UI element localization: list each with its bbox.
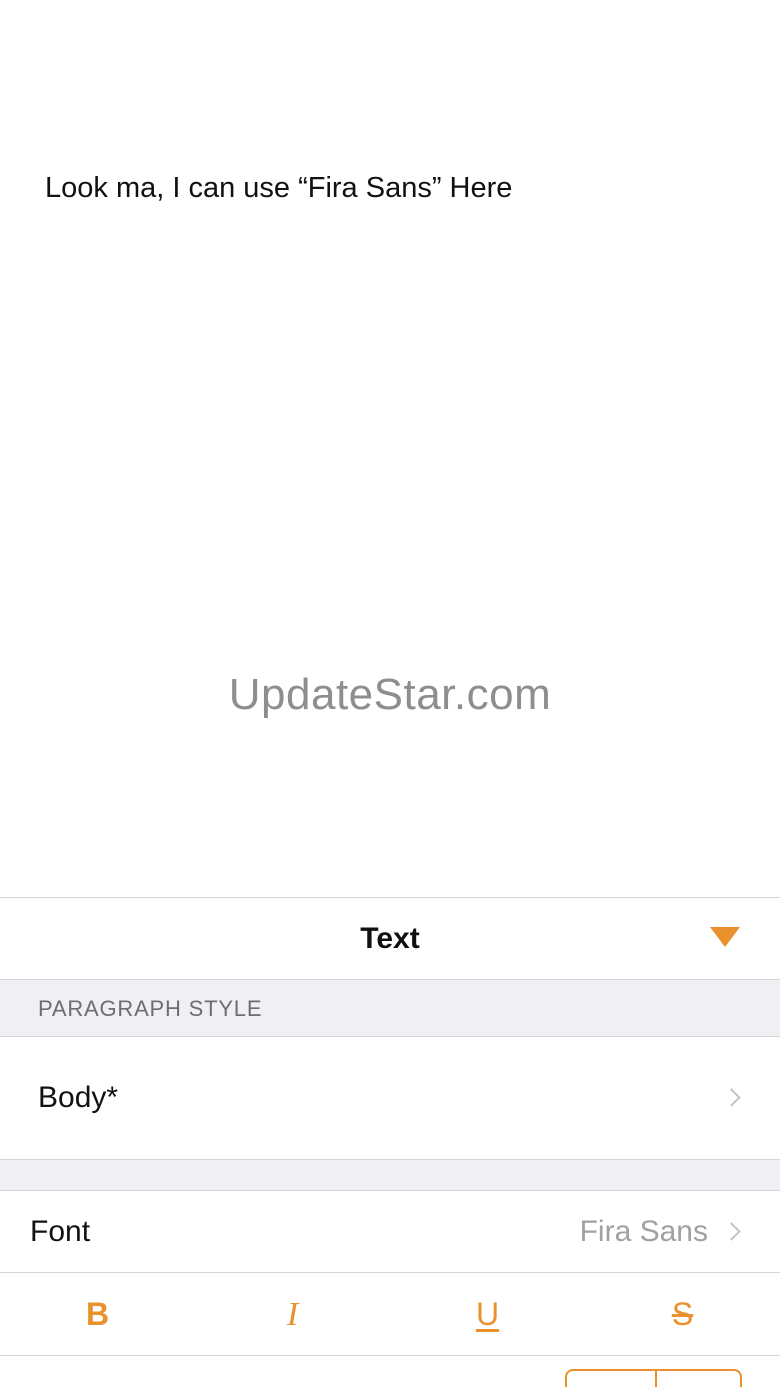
strikethrough-button[interactable]: S <box>585 1273 780 1356</box>
text-format-toolbar: B I U S <box>0 1273 780 1356</box>
section-title: PARAGRAPH STYLE <box>38 996 263 1021</box>
paragraph-style-value: Body* <box>38 1081 119 1114</box>
panel-header: Text <box>0 898 780 980</box>
bold-button[interactable]: B <box>0 1273 195 1356</box>
stepper-divider <box>655 1371 657 1387</box>
italic-button[interactable]: I <box>195 1273 390 1356</box>
format-panel: Text PARAGRAPH STYLE Body* Font Fira San… <box>0 897 780 1387</box>
watermark-logo: UpdateStar.com <box>228 670 552 719</box>
section-gap <box>0 1160 780 1191</box>
font-label: Font <box>30 1215 91 1248</box>
font-value: Fira Sans <box>579 1215 708 1248</box>
document-canvas[interactable]: Look ma, I can use “Fira Sans” Here Upda… <box>0 0 780 897</box>
font-size-row <box>0 1356 780 1387</box>
triangle-down-icon[interactable] <box>710 927 740 947</box>
chevron-right-icon <box>722 1088 741 1107</box>
paragraph-style-row[interactable]: Body* <box>0 1037 780 1160</box>
panel-title: Text <box>360 922 420 955</box>
font-size-stepper[interactable] <box>565 1369 742 1387</box>
underline-button[interactable]: U <box>390 1273 585 1356</box>
font-row[interactable]: Font Fira Sans <box>0 1191 780 1273</box>
paragraph-style-section-header: PARAGRAPH STYLE <box>0 980 780 1037</box>
document-body-text[interactable]: Look ma, I can use “Fira Sans” Here <box>45 172 512 205</box>
chevron-right-icon <box>722 1222 741 1241</box>
